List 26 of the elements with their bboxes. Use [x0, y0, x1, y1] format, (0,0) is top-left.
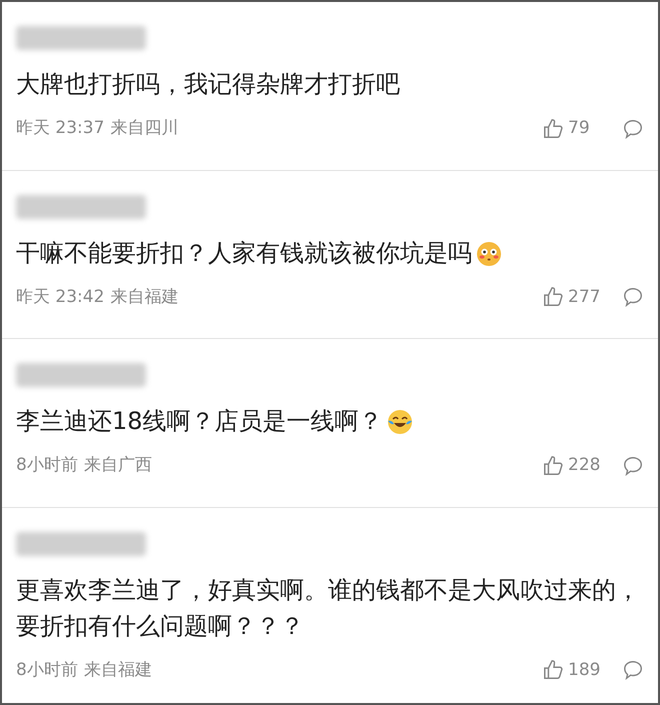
thumbs-up-icon[interactable] [542, 659, 564, 682]
comment-location: 来自福建 [84, 658, 152, 682]
comment-text: 大牌也打折吗，我记得杂牌才打折吧 [16, 70, 400, 98]
like-count: 277 [568, 286, 602, 308]
comment-time: 8小时前 [16, 658, 78, 682]
thumbs-up-icon[interactable] [542, 118, 564, 140]
like-count: 189 [568, 658, 602, 682]
comment-text: 干嘛不能要折扣？人家有钱就该被你坑是吗 [16, 238, 472, 266]
comment-text: 李兰迪还18线啊？店员是一线啊？ [16, 407, 383, 435]
thumbs-up-icon[interactable] [542, 286, 564, 308]
comment-bubble-icon[interactable] [622, 286, 644, 308]
flushed-face-icon [476, 240, 502, 267]
comment-location: 来自四川 [110, 117, 178, 140]
comment-time: 8小时前 [16, 454, 78, 477]
comment-bubble-icon[interactable] [622, 118, 644, 140]
like-count: 79 [568, 117, 591, 140]
comment-bubble-icon[interactable] [622, 659, 644, 682]
laughing-tears-face-icon [386, 409, 413, 436]
comment-time: 昨天 23:37 [16, 117, 104, 140]
like-count: 228 [568, 454, 602, 477]
comment-bubble-icon[interactable] [622, 454, 644, 477]
comment-location: 来自广西 [84, 454, 152, 477]
comment-text: 更喜欢李兰迪了，好真实啊。谁的钱都不是大风吹过来的，要折扣有什么问题啊？？？ [16, 576, 640, 640]
thumbs-up-icon[interactable] [542, 454, 564, 477]
comment-time: 昨天 23:42 [16, 286, 104, 308]
comment-location: 来自福建 [110, 286, 178, 308]
